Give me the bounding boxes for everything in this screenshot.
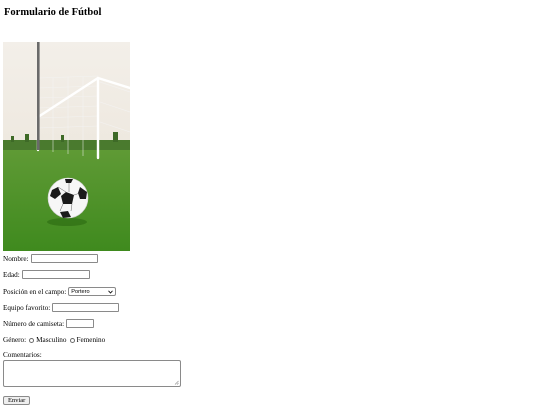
edad-row: Edad: (3, 270, 90, 279)
camiseta-row: Número de camiseta: (3, 319, 95, 328)
femenino-label: Femenino (76, 336, 106, 344)
masculino-label: Masculino (36, 336, 67, 344)
nombre-row: Nombre: (3, 254, 98, 263)
edad-input[interactable] (21, 270, 90, 279)
equipo-row: Equipo favorito: (3, 303, 120, 312)
comentarios-label: Comentarios: (3, 351, 42, 359)
genero-label: Género: (3, 336, 27, 344)
comentarios-row: Comentarios: (3, 351, 42, 359)
genero-row: Género: Masculino Femenino (3, 336, 105, 344)
posicion-row: Posición en el campo: Portero (3, 287, 117, 296)
soccer-field-image (3, 42, 130, 251)
posicion-selected: Portero (71, 288, 90, 295)
nombre-input[interactable] (30, 254, 98, 263)
resize-grip-icon[interactable] (174, 380, 179, 385)
edad-label: Edad: (3, 270, 20, 279)
masculino-radio[interactable] (29, 337, 35, 343)
equipo-label: Equipo favorito: (3, 303, 51, 312)
femenino-radio[interactable] (69, 337, 75, 343)
camiseta-label: Número de camiseta: (3, 319, 65, 328)
equipo-input[interactable] (52, 303, 120, 312)
comentarios-textarea[interactable] (3, 360, 181, 387)
form-title: Formulario de Fútbol (4, 7, 102, 18)
posicion-label: Posición en el campo: (3, 287, 67, 296)
nombre-label: Nombre: (3, 254, 29, 263)
posicion-select[interactable]: Portero (68, 287, 117, 296)
camiseta-input[interactable] (66, 319, 95, 328)
chevron-down-icon (108, 290, 114, 294)
submit-button[interactable]: Enviar (3, 396, 31, 405)
